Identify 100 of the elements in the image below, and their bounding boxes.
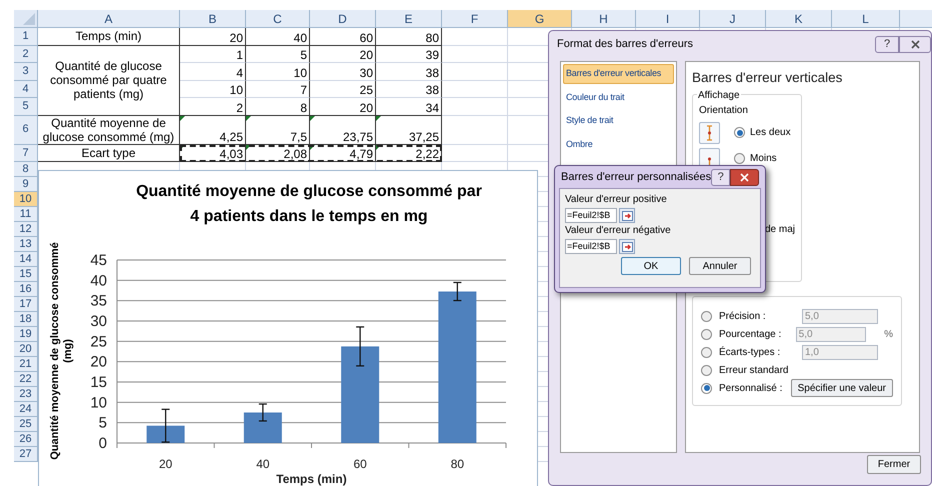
category-item[interactable]: Barres d'erreur verticales	[563, 64, 674, 84]
row-header[interactable]: 9	[14, 177, 38, 192]
table-cell: 4	[180, 63, 246, 80]
dialog-title: Format des barres d'erreurs	[557, 36, 694, 52]
table-cell: 8	[246, 98, 310, 116]
row-header[interactable]: 13	[14, 237, 38, 252]
row-header[interactable]: 24	[14, 402, 38, 417]
radio-button[interactable]	[734, 127, 745, 138]
column-header[interactable]: J	[700, 10, 766, 28]
table-cell: Quantité moyenne de glucose consommé (mg)	[38, 116, 180, 144]
row-header[interactable]: 7	[14, 144, 38, 162]
row-header[interactable]: 18	[14, 312, 38, 327]
option-label: Précision :	[719, 310, 767, 324]
column-header[interactable]: C	[246, 10, 310, 28]
row-header[interactable]: 20	[14, 342, 38, 357]
table-cell: 38	[376, 63, 442, 80]
row-header[interactable]: 19	[14, 327, 38, 342]
row-header[interactable]: 14	[14, 252, 38, 267]
table-cell: Temps (min)	[38, 28, 180, 46]
range-picker-icon[interactable]	[619, 208, 635, 223]
column-header[interactable]: H	[572, 10, 636, 28]
category-item[interactable]: Couleur du trait	[563, 88, 674, 107]
row-header[interactable]: 4	[14, 80, 38, 98]
dialog-title: Barres d'erreur personnalisées	[561, 170, 712, 185]
column-header[interactable]: D	[310, 10, 376, 28]
table-cell: 38	[376, 80, 442, 98]
row-header[interactable]: 23	[14, 387, 38, 402]
table-cell: 34	[376, 98, 442, 116]
option-label: Personnalisé :	[719, 382, 784, 396]
specify-value-button[interactable]: Spécifier une valeur	[790, 379, 893, 398]
radio-button[interactable]	[734, 153, 745, 164]
row-header[interactable]: 6	[14, 116, 38, 144]
axis-title: Temps (min)	[276, 472, 347, 486]
ok-button[interactable]: OK	[621, 257, 681, 275]
row-header[interactable]: 17	[14, 297, 38, 312]
row-header[interactable]: 21	[14, 357, 38, 372]
table-cell: 4,25	[180, 116, 246, 144]
column-header[interactable]: B	[180, 10, 246, 28]
row-header[interactable]: 5	[14, 98, 38, 116]
table-cell: 30	[310, 63, 376, 80]
column-header[interactable]: L	[832, 10, 900, 28]
tick-label: 80	[450, 457, 464, 471]
table-cell: 20	[310, 98, 376, 116]
help-button[interactable]: ?	[711, 168, 730, 186]
row-header[interactable]: 8	[14, 162, 38, 177]
row-header[interactable]: 10	[14, 192, 38, 207]
table-cell: 37,25	[376, 116, 442, 144]
row-header[interactable]: 15	[14, 267, 38, 282]
input-field[interactable]: =Feuil2!$B	[565, 208, 617, 223]
table-cell: 1	[180, 46, 246, 63]
table-cell: 23,75	[310, 116, 376, 144]
field-label: Valeur d'erreur positive	[565, 194, 668, 206]
row-header[interactable]: 1	[14, 28, 38, 46]
input-field[interactable]: =Feuil2!$B	[565, 239, 617, 254]
tick-label: 35	[90, 292, 107, 310]
close-icon	[740, 172, 750, 182]
bar	[244, 412, 282, 443]
table-cell: 10	[246, 63, 310, 80]
tick-label: 45	[90, 252, 107, 269]
category-item[interactable]: Ombre	[563, 134, 674, 154]
row-header[interactable]: 11	[14, 207, 38, 222]
unit-label: %	[884, 328, 893, 342]
help-button[interactable]: ?	[875, 36, 899, 52]
row-header[interactable]: 3	[14, 63, 38, 80]
row-header[interactable]: 22	[14, 372, 38, 387]
option-label: Moins	[750, 152, 777, 166]
tick-label: 30	[90, 313, 107, 330]
column-header[interactable]: F	[442, 10, 508, 28]
row-header[interactable]: 25	[14, 417, 38, 432]
column-header[interactable]: I	[636, 10, 700, 28]
close-button[interactable]	[730, 168, 759, 186]
row-header[interactable]: 27	[14, 447, 38, 462]
section-label: Orientation	[699, 104, 749, 118]
column-header[interactable]: G	[508, 10, 572, 28]
column-header[interactable]: E	[376, 10, 442, 28]
table-cell: 7,5	[246, 116, 310, 144]
group-title: Affichage	[697, 88, 741, 104]
tick-label: 60	[353, 457, 367, 471]
tick-label: 40	[256, 457, 270, 471]
column-header[interactable]: A	[38, 10, 180, 28]
close-button[interactable]: Fermer	[867, 455, 921, 474]
radio-button[interactable]	[701, 382, 712, 394]
tick-label: 5	[98, 414, 107, 432]
cancel-button[interactable]: Annuler	[689, 257, 751, 275]
row-header[interactable]: 16	[14, 282, 38, 297]
range-picker-icon[interactable]	[619, 239, 635, 254]
radio-button[interactable]	[701, 364, 712, 376]
table-cell	[442, 28, 508, 46]
close-button[interactable]	[899, 36, 931, 52]
category-item[interactable]: Style de trait	[563, 111, 674, 130]
row-header[interactable]: 12	[14, 222, 38, 237]
tick-label: 20	[90, 354, 107, 371]
row-header[interactable]: 26	[14, 432, 38, 447]
table-cell	[442, 80, 508, 98]
table-cell: 7	[246, 80, 310, 98]
table-cell: 5	[246, 46, 310, 63]
option-label: Pourcentage :	[719, 328, 782, 342]
chart-title: Quantité moyenne de glucose consommé par 4 patients dans le temps en mg	[135, 182, 483, 227]
column-header[interactable]: K	[766, 10, 832, 28]
row-header[interactable]: 2	[14, 46, 38, 63]
